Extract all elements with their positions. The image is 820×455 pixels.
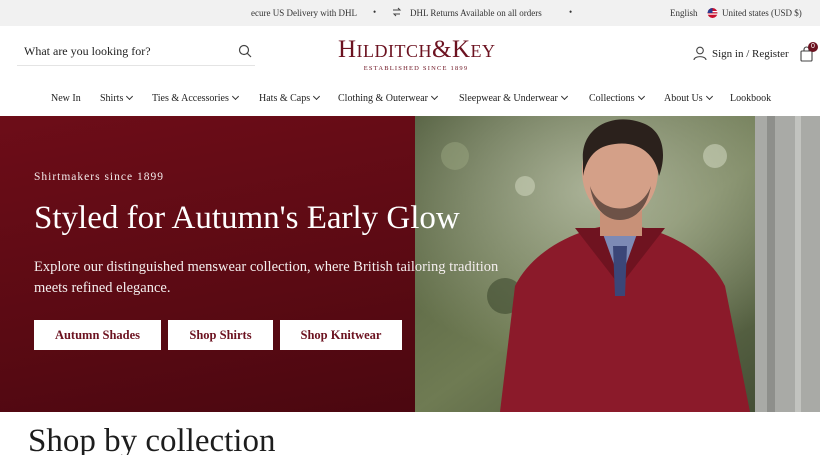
search-input[interactable] — [24, 42, 224, 60]
nav-item-lookbook[interactable]: Lookbook — [730, 93, 771, 104]
shop-knitwear-button[interactable]: Shop Knitwear — [280, 320, 402, 350]
nav-item-clothing-outerwear[interactable]: Clothing & Outerwear — [338, 92, 439, 104]
autumn-shades-button[interactable]: Autumn Shades — [34, 320, 161, 350]
nav-label: About Us — [664, 93, 703, 104]
nav-item-new-in[interactable]: New In — [51, 93, 81, 104]
shop-shirts-button[interactable]: Shop Shirts — [168, 320, 273, 350]
nav-label: Shirts — [100, 93, 124, 104]
nav-label: Hats & Caps — [259, 93, 311, 104]
nav-label: Sleepwear & Underwear — [459, 93, 558, 104]
separator-dot: • — [569, 7, 573, 17]
chevron-down-icon — [560, 92, 568, 101]
main-navigation: New In Shirts Ties & Accessories Hats & … — [0, 89, 820, 111]
returns-message: DHL Returns Available on all orders — [410, 8, 542, 18]
hero-headline: Styled for Autumn's Early Glow — [34, 200, 460, 236]
search-icon[interactable] — [238, 44, 252, 58]
separator-dot: • — [373, 7, 377, 17]
hero-banner: Shirtmakers since 1899 Styled for Autumn… — [0, 116, 820, 412]
nav-item-ties-accessories[interactable]: Ties & Accessories — [152, 92, 239, 104]
nav-label: New In — [51, 93, 81, 104]
nav-item-hats-caps[interactable]: Hats & Caps — [259, 92, 321, 104]
section-title: Shop by collection — [28, 423, 276, 455]
brand-logo[interactable]: Hilditch&Key ESTABLISHED SINCE 1899 — [338, 36, 496, 72]
logo-tagline: ESTABLISHED SINCE 1899 — [363, 65, 469, 72]
user-icon — [693, 46, 707, 61]
account-label: Sign in / Register — [712, 48, 789, 60]
search-bar — [17, 38, 255, 66]
hero-subtext: Explore our distinguished menswear colle… — [34, 259, 499, 296]
nav-label: Ties & Accessories — [152, 93, 229, 104]
return-arrow-icon — [392, 7, 402, 17]
hero-eyebrow: Shirtmakers since 1899 — [34, 171, 164, 183]
cart-count-badge: 0 — [808, 42, 818, 52]
delivery-message: ecure US Delivery with DHL — [251, 8, 357, 18]
chevron-down-icon — [430, 92, 439, 101]
chevron-down-icon — [637, 92, 645, 101]
chevron-down-icon — [231, 92, 239, 101]
nav-label: Lookbook — [730, 93, 772, 104]
us-flag-icon — [707, 8, 718, 18]
nav-label: Clothing & Outerwear — [338, 93, 428, 104]
nav-label: Collections — [589, 93, 635, 104]
language-selector[interactable]: English — [670, 8, 698, 18]
currency-selector[interactable]: United states (USD $) — [722, 8, 802, 18]
chevron-down-icon — [705, 92, 713, 101]
nav-item-sleepwear-underwear[interactable]: Sleepwear & Underwear — [459, 92, 568, 104]
chevron-down-icon — [313, 92, 321, 101]
nav-item-collections[interactable]: Collections — [589, 92, 645, 104]
nav-item-about-us[interactable]: About Us — [664, 92, 713, 104]
nav-item-shirts[interactable]: Shirts — [100, 92, 134, 104]
chevron-down-icon — [126, 92, 134, 101]
logo-wordmark: Hilditch&Key — [338, 36, 496, 63]
announcement-bar: ecure US Delivery with DHL • DHL Returns… — [0, 0, 820, 26]
cart-button[interactable]: 0 — [799, 42, 818, 62]
